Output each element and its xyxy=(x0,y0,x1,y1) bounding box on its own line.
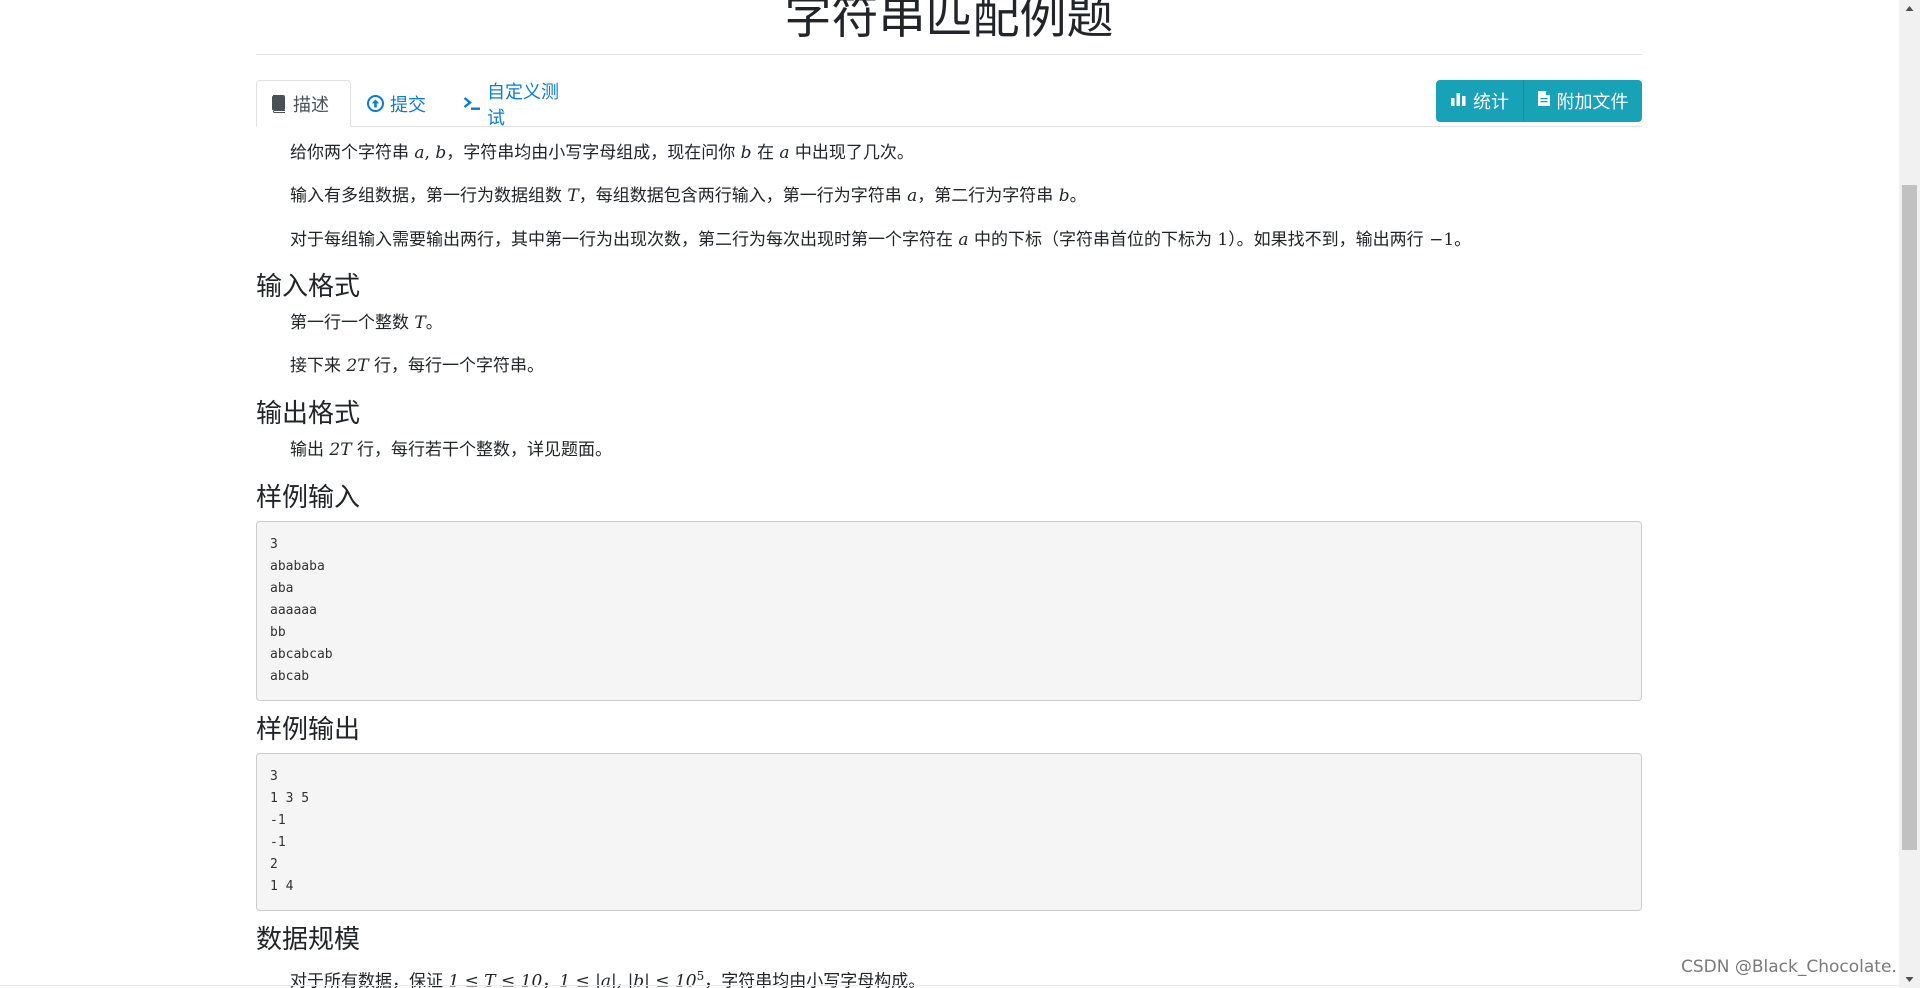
vertical-scrollbar[interactable] xyxy=(1899,0,1920,988)
code-line: abababa xyxy=(270,559,325,574)
description-paragraph-1: 给你两个字符串 a, b，字符串均由小写字母组成，现在问你 b 在 a 中出现了… xyxy=(290,143,914,163)
code-line: abcabcab xyxy=(270,647,333,662)
code-line: -1 xyxy=(270,835,286,850)
page: 字符串匹配例题 描述 提交 自定义测试 统计 附加文件 给你两个字符串 a, b… xyxy=(0,0,1920,988)
tab-submit[interactable]: 提交 xyxy=(353,80,443,127)
bar-chart-icon xyxy=(1450,91,1467,112)
code-line: 2 xyxy=(270,857,278,872)
description-paragraph-2: 输入有多组数据，第一行为数据组数 T，每组数据包含两行输入，第一行为字符串 a，… xyxy=(290,186,1087,206)
title-divider xyxy=(256,54,1642,55)
stats-button-label: 统计 xyxy=(1473,92,1509,113)
input-format-paragraph-1: 第一行一个整数 T。 xyxy=(290,313,443,333)
attached-files-button-label: 附加文件 xyxy=(1556,92,1629,113)
sample-output-heading: 样例输出 xyxy=(256,715,361,745)
code-line: -1 xyxy=(270,813,286,828)
input-format-paragraph-2: 接下来 2T 行，每行一个字符串。 xyxy=(290,356,544,376)
output-format-heading: 输出格式 xyxy=(256,399,361,429)
code-line: 3 xyxy=(270,537,278,552)
code-line: 1 3 5 xyxy=(270,791,310,806)
tab-description-label: 描述 xyxy=(293,94,329,116)
tab-description[interactable]: 描述 xyxy=(256,80,351,127)
data-scale-heading: 数据规模 xyxy=(256,925,361,955)
scroll-down-arrow-icon[interactable] xyxy=(1899,971,1920,988)
code-line: abcab xyxy=(270,669,310,684)
watermark-text: CSDN @Black_Chocolate. xyxy=(1681,957,1897,977)
code-line: aba xyxy=(270,581,294,596)
code-line: bb xyxy=(270,625,286,640)
problem-container: 字符串匹配例题 描述 提交 自定义测试 统计 附加文件 给你两个字符串 a, b… xyxy=(256,0,1642,988)
terminal-icon xyxy=(463,95,481,112)
page-title: 字符串匹配例题 xyxy=(784,0,1114,45)
description-paragraph-3: 对于每组输入需要输出两行，其中第一行为出现次数，第二行为每次出现时第一个字符在 … xyxy=(290,230,1472,250)
code-line: 3 xyxy=(270,769,278,784)
tab-submit-label: 提交 xyxy=(390,94,426,116)
file-icon xyxy=(1537,90,1551,112)
scroll-up-arrow-icon[interactable] xyxy=(1899,0,1920,17)
sample-input-block[interactable]: 3 abababa aba aaaaaa bb abcabcab abcab xyxy=(256,521,1642,701)
stats-button[interactable]: 统计 xyxy=(1436,80,1523,122)
tab-custom-test-label: 自定义测试 xyxy=(487,81,559,129)
problem-tabs: 描述 提交 自定义测试 xyxy=(256,80,1642,129)
code-line: 1 4 xyxy=(270,879,294,894)
attached-files-button[interactable]: 附加文件 xyxy=(1523,80,1642,122)
bottom-divider xyxy=(0,985,1899,986)
scrollbar-thumb[interactable] xyxy=(1902,185,1917,850)
sample-output-block[interactable]: 3 1 3 5 -1 -1 2 1 4 xyxy=(256,753,1642,911)
upload-circle-icon xyxy=(367,95,384,112)
code-line: aaaaaa xyxy=(270,603,317,618)
output-format-paragraph-1: 输出 2T 行，每行若干个整数，详见题面。 xyxy=(290,440,612,460)
input-format-heading: 输入格式 xyxy=(256,272,361,302)
tab-custom-test[interactable]: 自定义测试 xyxy=(449,80,589,129)
sample-input-heading: 样例输入 xyxy=(256,483,361,513)
book-icon xyxy=(271,94,287,113)
